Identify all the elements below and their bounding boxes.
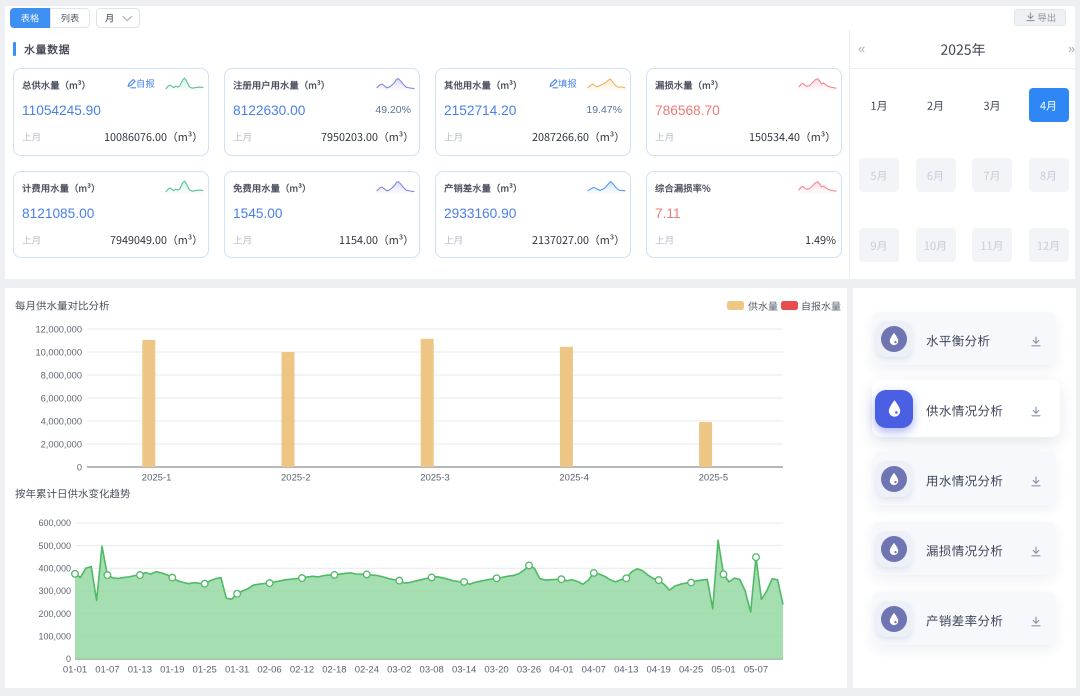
svg-text:11054245.90: 11054245.90 (22, 103, 101, 118)
svg-text:04-25: 04-25 (679, 665, 703, 676)
svg-text:200,000: 200,000 (38, 609, 71, 619)
svg-text:02-06: 02-06 (257, 665, 281, 676)
svg-text:0: 0 (77, 462, 82, 472)
svg-text:0: 0 (66, 654, 71, 664)
svg-text:6,000,000: 6,000,000 (41, 393, 82, 403)
svg-text:03-14: 03-14 (452, 665, 476, 676)
svg-text:2025-2: 2025-2 (281, 473, 311, 484)
svg-text:01-19: 01-19 (160, 665, 184, 676)
svg-text:04-07: 04-07 (582, 665, 606, 676)
svg-text:8122630.00: 8122630.00 (233, 103, 306, 118)
svg-text:786568.70: 786568.70 (655, 103, 720, 118)
svg-text:02-18: 02-18 (322, 665, 346, 676)
svg-text:»: » (1068, 41, 1075, 56)
svg-text:10,000,000: 10,000,000 (35, 347, 82, 357)
svg-text:01-13: 01-13 (128, 665, 152, 676)
svg-text:03-26: 03-26 (517, 665, 541, 676)
svg-text:01-01: 01-01 (63, 665, 87, 676)
svg-text:04-19: 04-19 (647, 665, 671, 676)
svg-text:01-07: 01-07 (95, 665, 119, 676)
svg-text:04-13: 04-13 (614, 665, 638, 676)
svg-text:2,000,000: 2,000,000 (41, 439, 82, 449)
svg-text:«: « (858, 41, 865, 56)
svg-text:2025-3: 2025-3 (420, 473, 450, 484)
svg-text:02-24: 02-24 (355, 665, 379, 676)
svg-text:03-02: 03-02 (387, 665, 411, 676)
svg-text:2152714.20: 2152714.20 (444, 103, 517, 118)
svg-text:1545.00: 1545.00 (233, 206, 283, 221)
svg-text:01-25: 01-25 (193, 665, 217, 676)
svg-text:02-12: 02-12 (290, 665, 314, 676)
svg-text:04-01: 04-01 (549, 665, 573, 676)
svg-text:05-01: 05-01 (711, 665, 735, 676)
svg-text:2025-1: 2025-1 (142, 473, 172, 484)
svg-text:19.47%: 19.47% (586, 104, 622, 116)
svg-text:500,000: 500,000 (38, 541, 71, 551)
svg-text:400,000: 400,000 (38, 564, 71, 574)
svg-text:4,000,000: 4,000,000 (41, 416, 82, 426)
svg-text:8121085.00: 8121085.00 (22, 206, 95, 221)
svg-text:600,000: 600,000 (38, 518, 71, 528)
svg-text:7.11: 7.11 (655, 206, 681, 221)
svg-text:03-08: 03-08 (420, 665, 444, 676)
svg-text:2933160.90: 2933160.90 (444, 206, 517, 221)
svg-text:300,000: 300,000 (38, 586, 71, 596)
svg-text:49.20%: 49.20% (375, 104, 411, 116)
svg-text:01-31: 01-31 (225, 665, 249, 676)
svg-text:100,000: 100,000 (38, 632, 71, 642)
svg-text:03-20: 03-20 (484, 665, 508, 676)
svg-text:2025-5: 2025-5 (699, 473, 729, 484)
svg-text:05-07: 05-07 (744, 665, 768, 676)
svg-text:8,000,000: 8,000,000 (41, 370, 82, 380)
svg-text:12,000,000: 12,000,000 (35, 324, 82, 334)
svg-text:2025-4: 2025-4 (559, 473, 589, 484)
